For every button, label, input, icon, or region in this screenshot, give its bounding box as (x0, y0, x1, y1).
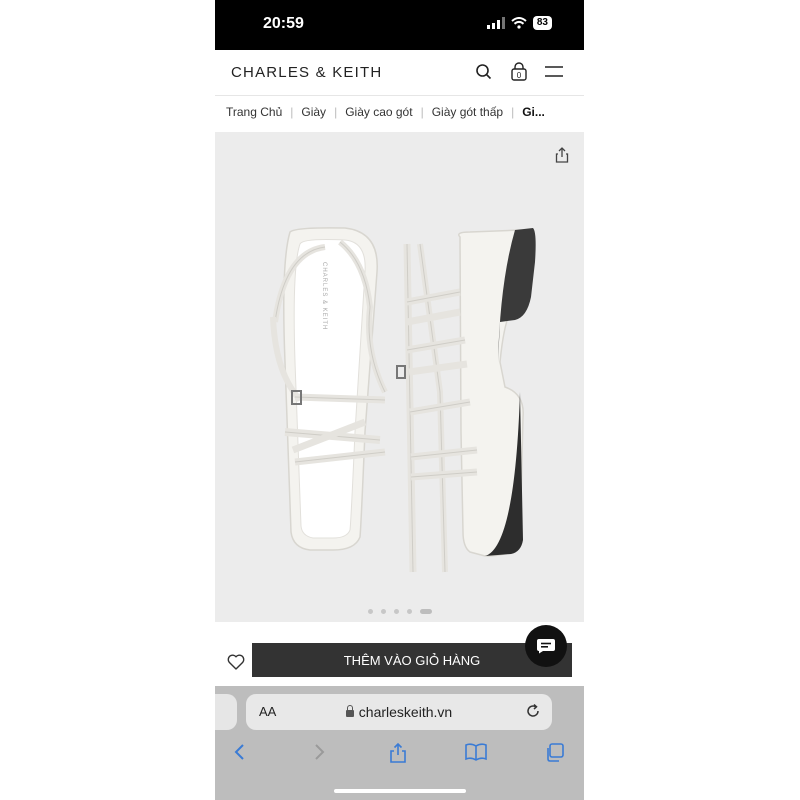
pagination-dot[interactable] (380, 609, 386, 614)
product-photo-sandals: CHARLES & KEITH (270, 227, 536, 573)
status-icons: 83 (486, 16, 552, 30)
search-icon[interactable] (473, 61, 495, 83)
product-image-gallery[interactable]: CHARLES & KEITH (215, 132, 584, 622)
lock-icon (345, 705, 354, 717)
pagination-dot[interactable] (367, 609, 373, 614)
breadcrumb-current: Gi... (522, 105, 545, 119)
breadcrumb-low-heels[interactable]: Giày gót thấp (432, 105, 503, 119)
bookmarks-icon[interactable] (464, 742, 488, 762)
menu-icon[interactable] (543, 61, 565, 83)
breadcrumb-separator: | (334, 105, 338, 119)
browser-chrome: AA charleskeith.vn (215, 686, 584, 800)
battery-indicator: 83 (532, 16, 552, 30)
status-time: 20:59 (263, 15, 304, 32)
wishlist-heart-icon[interactable] (226, 652, 246, 672)
chat-button[interactable] (525, 625, 567, 667)
forward-icon[interactable] (312, 742, 326, 762)
reload-icon[interactable] (525, 703, 541, 719)
add-to-cart-button[interactable]: THÊM VÀO GIỎ HÀNG (252, 643, 572, 677)
brand-logo[interactable]: CHARLES & KEITH (231, 64, 382, 81)
breadcrumb-home[interactable]: Trang Chủ (226, 105, 282, 119)
status-bar: 20:59 83 (215, 0, 584, 50)
wifi-icon (511, 17, 527, 29)
sandal-top-view: CHARLES & KEITH (270, 227, 388, 551)
home-indicator (334, 789, 466, 793)
breadcrumb: Trang Chủ | Giày | Giày cao gót | Giày g… (215, 96, 584, 128)
browser-toolbar (215, 738, 584, 770)
sandal-side-view (396, 228, 536, 573)
signal-icon (486, 17, 505, 29)
pagination-dot[interactable] (393, 609, 399, 614)
cart-count: 0 (517, 71, 522, 80)
url-display[interactable]: charleskeith.vn (246, 704, 552, 720)
back-icon[interactable] (233, 742, 247, 762)
breadcrumb-high-heels[interactable]: Giày cao gót (345, 105, 412, 119)
address-bar[interactable]: AA charleskeith.vn (246, 694, 552, 730)
share-sheet-icon[interactable] (388, 742, 408, 764)
url-text: charleskeith.vn (358, 704, 453, 720)
site-header: CHARLES & KEITH 0 (215, 50, 584, 96)
breadcrumb-separator: | (511, 105, 515, 119)
chat-icon (537, 639, 555, 654)
breadcrumb-shoes[interactable]: Giày (301, 105, 326, 119)
insole-brand-text: CHARLES & KEITH (321, 262, 327, 330)
breadcrumb-separator: | (420, 105, 424, 119)
previous-tab[interactable] (215, 694, 237, 730)
breadcrumb-separator: | (290, 105, 294, 119)
pagination-dot[interactable] (406, 609, 412, 614)
phone-screen: 20:59 83 CHARLES & KEITH 0 Trang Chủ | G… (215, 0, 584, 800)
tabs-icon[interactable] (544, 742, 566, 764)
pagination-dot-active[interactable] (419, 609, 432, 614)
cart-icon[interactable]: 0 (508, 61, 530, 83)
image-pagination[interactable] (215, 609, 584, 614)
